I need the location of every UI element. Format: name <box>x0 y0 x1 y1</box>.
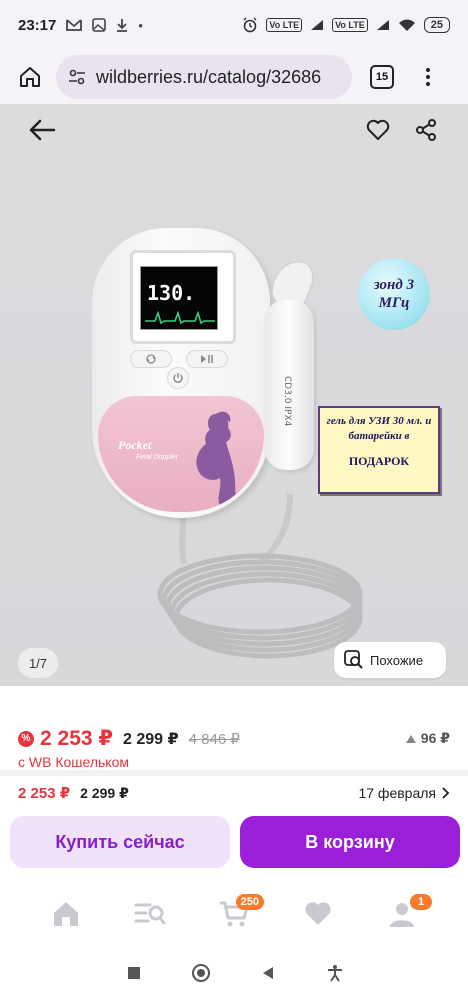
sticky-wallet-price: 2 253 ₽ <box>18 785 71 802</box>
nav-catalog-search[interactable] <box>126 890 174 938</box>
waveform-icon <box>145 311 215 325</box>
home-icon <box>20 67 40 87</box>
sticky-price-row: 2 253 ₽ 2 299 ₽ 17 февраля <box>18 784 450 802</box>
status-bar: 23:17 • Vo LTE Vo LTE 25 <box>0 0 468 50</box>
gift-promo-text: гель для УЗИ 30 мл. и батарейки в <box>326 415 432 442</box>
probe-frequency-text: зонд 3 МГц <box>373 277 415 311</box>
image-search-icon <box>344 650 363 669</box>
status-right-icons: Vo LTE Vo LTE 25 <box>242 17 450 33</box>
section-divider <box>0 770 468 776</box>
original-price: 4 846 ₽ <box>188 730 240 748</box>
site-settings-icon[interactable] <box>68 69 86 85</box>
address-bar[interactable]: wildberries.ru/catalog/32686 <box>56 55 352 99</box>
circle-icon <box>191 964 210 982</box>
gift-promo-word: ПОДАРОК <box>348 454 410 468</box>
triangle-up-icon <box>405 734 416 743</box>
system-back-button[interactable] <box>258 963 278 983</box>
pregnant-silhouette-icon <box>196 411 238 506</box>
device-play-button <box>186 350 228 368</box>
price-drop-indicator[interactable]: 96 ₽ <box>405 730 450 747</box>
device-power-button <box>167 367 189 389</box>
play-pause-icon <box>201 355 213 363</box>
device-mode-button <box>130 350 172 368</box>
power-icon <box>173 373 183 383</box>
status-left-icons: • <box>66 18 143 33</box>
price-drop-value: 96 ₽ <box>420 730 450 746</box>
photo-icon <box>92 18 107 32</box>
regular-price: 2 299 ₽ <box>123 730 179 748</box>
catalog-search-icon <box>134 903 166 925</box>
buy-now-button[interactable]: Купить сейчас <box>10 816 230 868</box>
signal-icon <box>311 20 324 30</box>
chevron-right-icon <box>442 787 450 799</box>
delivery-date: 17 февраля <box>358 785 436 801</box>
battery-indicator: 25 <box>423 17 450 33</box>
device-reading: 130. <box>147 281 196 305</box>
add-to-cart-button[interactable]: В корзину <box>240 816 460 868</box>
nav-favorites[interactable] <box>294 890 342 938</box>
alarm-icon <box>243 17 257 33</box>
brand-label: Pocket <box>118 438 152 452</box>
home-icon <box>54 902 78 926</box>
brand-sub-label: Fetal Doppler <box>136 454 179 461</box>
menu-dot-icon <box>426 82 430 86</box>
sticky-regular-price: 2 299 ₽ <box>80 784 129 801</box>
menu-dot-icon <box>426 68 430 72</box>
square-icon <box>127 967 140 979</box>
status-time: 23:17 <box>18 16 57 34</box>
system-navigation-bar <box>0 946 468 1000</box>
price-row: % 2 253 ₽ 2 299 ₽ 4 846 ₽ 96 ₽ <box>18 726 450 751</box>
purchase-actions: Купить сейчас В корзину <box>10 816 460 870</box>
system-home-button[interactable] <box>191 963 211 983</box>
signal-icon <box>376 20 389 30</box>
dot-icon: • <box>138 17 143 33</box>
refresh-icon <box>146 354 156 364</box>
gmail-icon <box>66 19 83 31</box>
tab-switcher-button[interactable]: 15 <box>370 65 394 89</box>
wallet-note: с WB Кошельком <box>18 754 129 770</box>
nav-cart[interactable]: 250 <box>210 890 264 938</box>
probe-model-label: CD3.0 IPX4 <box>282 376 292 427</box>
similar-items-label: Похожие <box>370 652 424 668</box>
gallery-page-counter: 1/7 <box>18 648 58 678</box>
recent-apps-button[interactable] <box>124 963 144 983</box>
accessibility-button[interactable] <box>325 963 345 983</box>
wallet-discount-icon: % <box>18 730 34 747</box>
similar-items-button[interactable]: Похожие <box>334 642 446 678</box>
browser-toolbar: wildberries.ru/catalog/32686 15 <box>0 50 468 104</box>
cart-count-badge: 250 <box>235 894 264 910</box>
home-button[interactable] <box>12 59 48 95</box>
delivery-date-selector[interactable]: 17 февраля <box>358 785 450 801</box>
bottom-navigation: 250 1 <box>0 882 468 946</box>
sim1-chip: Vo LTE <box>266 18 303 32</box>
nav-profile[interactable]: 1 <box>378 890 432 938</box>
triangle-back-icon <box>262 967 273 979</box>
probe-frequency-badge: зонд 3 МГц <box>358 258 430 330</box>
sim2-chip: Vo LTE <box>332 18 368 32</box>
product-gallery[interactable]: 130. Pocket Fetal Doppler CD3.0 IPX4 зон… <box>0 104 468 686</box>
wallet-price: 2 253 ₽ <box>40 727 113 750</box>
gift-promo-box: гель для УЗИ 30 мл. и батарейки в ПОДАРО… <box>318 406 440 494</box>
menu-dot-icon <box>426 75 430 79</box>
accessibility-icon <box>327 965 342 982</box>
browser-menu-button[interactable] <box>418 68 438 86</box>
price-section: % 2 253 ₽ 2 299 ₽ 4 846 ₽ 96 ₽ с WB Коше… <box>0 686 468 816</box>
wifi-icon <box>398 19 415 31</box>
url-text: wildberries.ru/catalog/32686 <box>96 66 322 87</box>
profile-notification-badge: 1 <box>410 894 432 910</box>
download-icon <box>117 19 128 32</box>
heart-icon <box>305 902 331 925</box>
nav-home[interactable] <box>42 890 90 938</box>
device-screen: 130. <box>140 266 218 330</box>
